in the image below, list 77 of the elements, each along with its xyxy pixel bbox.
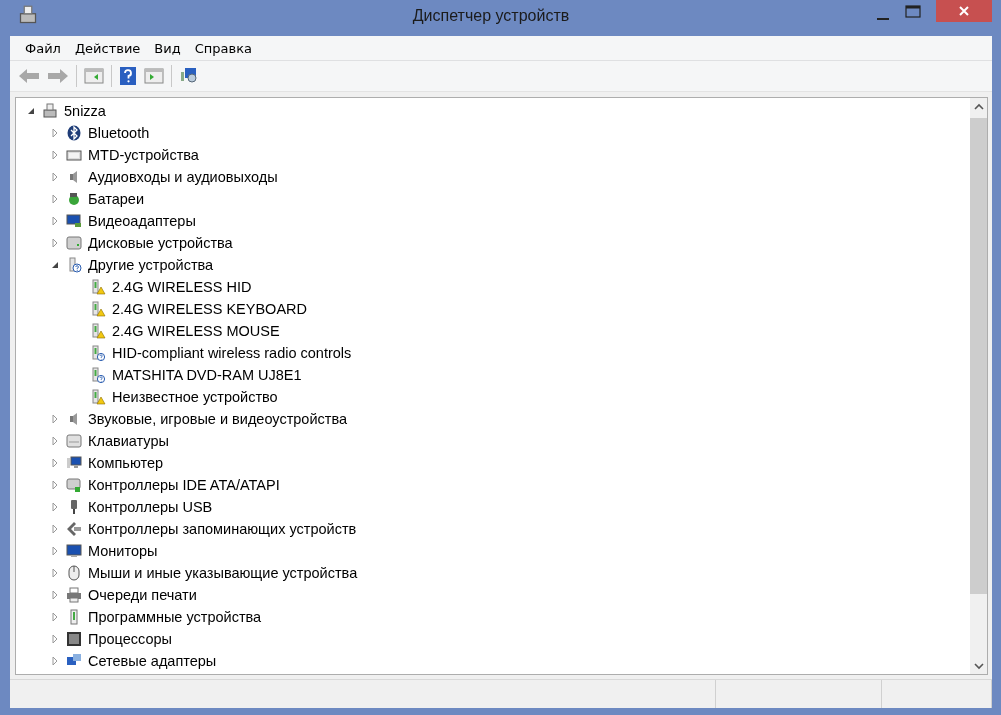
tree-item[interactable]: Другие устройства bbox=[86, 255, 216, 275]
monitor-icon bbox=[66, 543, 82, 559]
tree-item[interactable]: Мыши и иные указывающие устройства bbox=[86, 563, 360, 583]
expanded-arrow-icon bbox=[50, 260, 60, 270]
scroll-down-icon[interactable] bbox=[973, 661, 984, 670]
battery-icon bbox=[66, 191, 82, 207]
tree-item[interactable]: Дисковые устройства bbox=[86, 233, 235, 253]
menu-item[interactable]: Вид bbox=[147, 38, 188, 58]
collapsed-arrow-icon bbox=[50, 436, 60, 446]
mouse-icon bbox=[66, 565, 82, 581]
drive-icon bbox=[66, 235, 82, 251]
tree-item[interactable]: Батареи bbox=[86, 189, 147, 209]
minimize-icon bbox=[877, 18, 889, 20]
collapsed-arrow-icon bbox=[50, 150, 60, 160]
collapsed-arrow-icon bbox=[50, 128, 60, 138]
collapsed-arrow-icon bbox=[50, 546, 60, 556]
tree-item[interactable]: Процессоры bbox=[86, 629, 174, 649]
tree-item[interactable]: Мониторы bbox=[86, 541, 160, 561]
close-button[interactable] bbox=[936, 0, 992, 22]
processor-icon bbox=[66, 631, 82, 647]
collapsed-arrow-icon bbox=[50, 524, 60, 534]
collapsed-arrow-icon bbox=[50, 590, 60, 600]
computer-icon bbox=[66, 455, 82, 471]
scroll-up-icon[interactable] bbox=[973, 102, 984, 111]
diamond-arrow-icon bbox=[66, 521, 82, 537]
keyboard-icon bbox=[66, 433, 82, 449]
tree-item[interactable]: Видеоадаптеры bbox=[86, 211, 198, 231]
collapsed-arrow-icon bbox=[50, 612, 60, 622]
scrollbar[interactable] bbox=[970, 98, 987, 674]
tree-item[interactable]: Звуковые, игровые и видеоустройства bbox=[86, 409, 349, 429]
bluetooth-icon bbox=[66, 125, 82, 141]
collapsed-arrow-icon bbox=[50, 480, 60, 490]
collapsed-arrow-icon bbox=[50, 568, 60, 578]
collapsed-arrow-icon bbox=[50, 656, 60, 666]
menu-item[interactable]: Файл bbox=[18, 38, 68, 58]
device-icon bbox=[66, 147, 82, 163]
scroll-thumb[interactable] bbox=[970, 118, 987, 594]
collapsed-arrow-icon bbox=[50, 634, 60, 644]
monitor-icon bbox=[66, 213, 82, 229]
controller-icon bbox=[66, 477, 82, 493]
menu-item[interactable]: Действие bbox=[67, 38, 148, 58]
maximize-icon bbox=[905, 5, 921, 19]
tree-item[interactable]: MTD-устройства bbox=[86, 145, 201, 165]
collapsed-arrow-icon bbox=[50, 172, 60, 182]
tree-item[interactable]: Программные устройства bbox=[86, 607, 264, 627]
menu-item[interactable]: Справка bbox=[187, 38, 259, 58]
tree-item[interactable]: Контроллеры USB bbox=[86, 497, 215, 517]
tree-item[interactable]: Клавиатуры bbox=[86, 431, 171, 451]
tree-item[interactable]: 2.4G WIRELESS HID bbox=[110, 277, 254, 297]
close-icon bbox=[958, 5, 970, 17]
tree-item[interactable]: 2.4G WIRELESS MOUSE bbox=[110, 321, 282, 341]
tree-item[interactable]: Неизвестное устройство bbox=[110, 387, 280, 407]
collapsed-arrow-icon bbox=[50, 458, 60, 468]
device-question-icon bbox=[66, 257, 82, 273]
tree-item[interactable]: 2.4G WIRELESS KEYBOARD bbox=[110, 299, 309, 319]
console-tree-button[interactable] bbox=[82, 65, 106, 87]
tree-item[interactable]: Bluetooth bbox=[86, 123, 152, 143]
tree-item[interactable]: Контроллеры запоминающих устройств bbox=[86, 519, 359, 539]
tree-item[interactable]: Контроллеры IDE ATA/ATAPI bbox=[86, 475, 282, 495]
tree-item[interactable]: MATSHITA DVD-RAM UJ8E1 bbox=[110, 365, 304, 385]
expanded-arrow-icon bbox=[26, 106, 36, 116]
computer-icon bbox=[18, 5, 38, 25]
collapsed-arrow-icon bbox=[50, 216, 60, 226]
help-button[interactable] bbox=[117, 64, 139, 88]
tree-item[interactable]: HID-compliant wireless radio controls bbox=[110, 343, 354, 363]
collapsed-arrow-icon bbox=[50, 194, 60, 204]
tree-item[interactable]: Компьютер bbox=[86, 453, 166, 473]
collapsed-arrow-icon bbox=[50, 502, 60, 512]
printer-icon bbox=[66, 587, 82, 603]
computer-icon bbox=[42, 103, 58, 119]
tree-item[interactable]: Очереди печати bbox=[86, 585, 199, 605]
tree-item[interactable]: Сетевые адаптеры bbox=[86, 651, 219, 671]
collapsed-arrow-icon bbox=[50, 414, 60, 424]
tree-item[interactable]: 5nizza bbox=[62, 101, 108, 121]
window-title: Диспетчер устройств bbox=[411, 7, 571, 25]
tree-item[interactable]: Аудиовходы и аудиовыходы bbox=[86, 167, 280, 187]
collapsed-arrow-icon bbox=[50, 238, 60, 248]
